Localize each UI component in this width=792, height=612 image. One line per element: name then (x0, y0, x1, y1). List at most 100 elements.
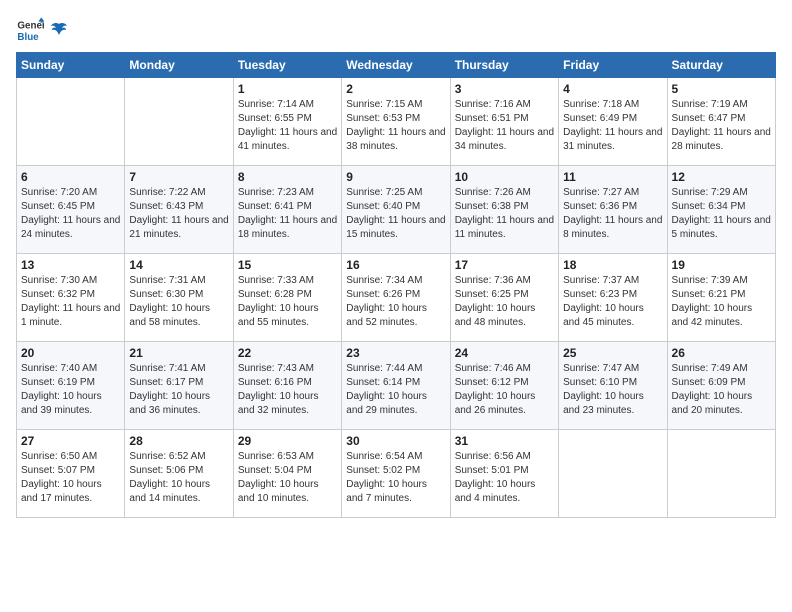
calendar-cell (125, 78, 233, 166)
calendar-cell: 9Sunrise: 7:25 AM Sunset: 6:40 PM Daylig… (342, 166, 450, 254)
calendar-cell: 28 Sunrise: 6:52 AM Sunset: 5:06 PM Dayli… (125, 430, 233, 518)
calendar-cell (17, 78, 125, 166)
calendar-cell: 27 Sunrise: 6:50 AM Sunset: 5:07 PM Dayli… (17, 430, 125, 518)
calendar-week-row: 1Sunrise: 7:14 AM Sunset: 6:55 PM Daylig… (17, 78, 776, 166)
day-info: Sunrise: 7:49 AM Sunset: 6:09 PM Dayligh… (672, 362, 771, 418)
day-info: Sunrise: 7:34 AM Sunset: 6:26 PM Dayligh… (346, 274, 445, 330)
day-info: Sunrise: 7:39 AM Sunset: 6:21 PM Dayligh… (672, 274, 771, 330)
day-info: Sunrise: 7:26 AM Sunset: 6:38 PM Dayligh… (455, 186, 554, 242)
day-info: Sunrise: 6:56 AM Sunset: 5:01 PM Dayligh… (455, 450, 554, 506)
day-number: 19 (672, 258, 771, 272)
calendar-cell: 17Sunrise: 7:36 AM Sunset: 6:25 PM Dayli… (450, 254, 558, 342)
day-number: 27 (21, 434, 120, 448)
day-number: 4 (563, 82, 662, 96)
calendar-cell: 8 Sunrise: 7:23 AM Sunset: 6:41 PM Daylig… (233, 166, 341, 254)
calendar-cell: 26 Sunrise: 7:49 AM Sunset: 6:09 PM Dayli… (667, 342, 775, 430)
day-number: 30 (346, 434, 445, 448)
calendar-cell: 30 Sunrise: 6:54 AM Sunset: 5:02 PM Dayli… (342, 430, 450, 518)
calendar-cell: 2 Sunrise: 7:15 AM Sunset: 6:53 PM Daylig… (342, 78, 450, 166)
calendar-cell: 11Sunrise: 7:27 AM Sunset: 6:36 PM Dayli… (559, 166, 667, 254)
calendar-cell: 29 Sunrise: 6:53 AM Sunset: 5:04 PM Dayli… (233, 430, 341, 518)
day-info: Sunrise: 6:50 AM Sunset: 5:07 PM Dayligh… (21, 450, 120, 506)
day-info: Sunrise: 6:52 AM Sunset: 5:06 PM Dayligh… (129, 450, 228, 506)
weekday-header: Sunday (17, 53, 125, 78)
day-info: Sunrise: 7:47 AM Sunset: 6:10 PM Dayligh… (563, 362, 662, 418)
day-number: 3 (455, 82, 554, 96)
day-number: 18 (563, 258, 662, 272)
day-number: 5 (672, 82, 771, 96)
day-number: 31 (455, 434, 554, 448)
calendar-cell: 3 Sunrise: 7:16 AM Sunset: 6:51 PM Daylig… (450, 78, 558, 166)
calendar-cell (667, 430, 775, 518)
day-info: Sunrise: 7:20 AM Sunset: 6:45 PM Dayligh… (21, 186, 120, 242)
calendar-cell: 31 Sunrise: 6:56 AM Sunset: 5:01 PM Dayli… (450, 430, 558, 518)
weekday-header: Thursday (450, 53, 558, 78)
calendar-table: SundayMondayTuesdayWednesdayThursdayFrid… (16, 52, 776, 518)
day-info: Sunrise: 7:43 AM Sunset: 6:16 PM Dayligh… (238, 362, 337, 418)
day-info: Sunrise: 7:29 AM Sunset: 6:34 PM Dayligh… (672, 186, 771, 242)
day-number: 7 (129, 170, 228, 184)
day-number: 29 (238, 434, 337, 448)
calendar-cell (559, 430, 667, 518)
day-info: Sunrise: 7:46 AM Sunset: 6:12 PM Dayligh… (455, 362, 554, 418)
calendar-cell: 22 Sunrise: 7:43 AM Sunset: 6:16 PM Dayli… (233, 342, 341, 430)
day-info: Sunrise: 7:30 AM Sunset: 6:32 PM Dayligh… (21, 274, 120, 330)
day-number: 23 (346, 346, 445, 360)
page-header: General Blue (16, 16, 776, 44)
calendar-cell: 5 Sunrise: 7:19 AM Sunset: 6:47 PM Daylig… (667, 78, 775, 166)
day-number: 6 (21, 170, 120, 184)
calendar-cell: 4 Sunrise: 7:18 AM Sunset: 6:49 PM Daylig… (559, 78, 667, 166)
svg-text:Blue: Blue (17, 32, 39, 43)
day-info: Sunrise: 6:54 AM Sunset: 5:02 PM Dayligh… (346, 450, 445, 506)
logo-icon: General Blue (16, 16, 44, 44)
day-info: Sunrise: 7:44 AM Sunset: 6:14 PM Dayligh… (346, 362, 445, 418)
calendar-header-row: SundayMondayTuesdayWednesdayThursdayFrid… (17, 53, 776, 78)
calendar-week-row: 6 Sunrise: 7:20 AM Sunset: 6:45 PM Daylig… (17, 166, 776, 254)
day-number: 17 (455, 258, 554, 272)
calendar-week-row: 20Sunrise: 7:40 AM Sunset: 6:19 PM Dayli… (17, 342, 776, 430)
calendar-week-row: 27 Sunrise: 6:50 AM Sunset: 5:07 PM Dayli… (17, 430, 776, 518)
day-number: 16 (346, 258, 445, 272)
day-info: Sunrise: 7:23 AM Sunset: 6:41 PM Dayligh… (238, 186, 337, 242)
calendar-cell: 20Sunrise: 7:40 AM Sunset: 6:19 PM Dayli… (17, 342, 125, 430)
day-number: 2 (346, 82, 445, 96)
day-info: Sunrise: 7:15 AM Sunset: 6:53 PM Dayligh… (346, 98, 445, 154)
day-number: 20 (21, 346, 120, 360)
day-info: Sunrise: 7:27 AM Sunset: 6:36 PM Dayligh… (563, 186, 662, 242)
day-number: 24 (455, 346, 554, 360)
day-info: Sunrise: 7:33 AM Sunset: 6:28 PM Dayligh… (238, 274, 337, 330)
calendar-cell: 25 Sunrise: 7:47 AM Sunset: 6:10 PM Dayli… (559, 342, 667, 430)
day-number: 22 (238, 346, 337, 360)
logo-bird-icon (50, 21, 68, 39)
weekday-header: Wednesday (342, 53, 450, 78)
day-number: 10 (455, 170, 554, 184)
day-number: 1 (238, 82, 337, 96)
day-number: 25 (563, 346, 662, 360)
day-info: Sunrise: 6:53 AM Sunset: 5:04 PM Dayligh… (238, 450, 337, 506)
day-number: 8 (238, 170, 337, 184)
calendar-cell: 21Sunrise: 7:41 AM Sunset: 6:17 PM Dayli… (125, 342, 233, 430)
calendar-cell: 23 Sunrise: 7:44 AM Sunset: 6:14 PM Dayli… (342, 342, 450, 430)
day-number: 13 (21, 258, 120, 272)
day-info: Sunrise: 7:16 AM Sunset: 6:51 PM Dayligh… (455, 98, 554, 154)
day-info: Sunrise: 7:22 AM Sunset: 6:43 PM Dayligh… (129, 186, 228, 242)
day-number: 26 (672, 346, 771, 360)
weekday-header: Friday (559, 53, 667, 78)
calendar-cell: 18 Sunrise: 7:37 AM Sunset: 6:23 PM Dayli… (559, 254, 667, 342)
day-info: Sunrise: 7:31 AM Sunset: 6:30 PM Dayligh… (129, 274, 228, 330)
calendar-cell: 16 Sunrise: 7:34 AM Sunset: 6:26 PM Dayli… (342, 254, 450, 342)
calendar-cell: 6 Sunrise: 7:20 AM Sunset: 6:45 PM Daylig… (17, 166, 125, 254)
day-info: Sunrise: 7:19 AM Sunset: 6:47 PM Dayligh… (672, 98, 771, 154)
calendar-cell: 1Sunrise: 7:14 AM Sunset: 6:55 PM Daylig… (233, 78, 341, 166)
weekday-header: Tuesday (233, 53, 341, 78)
calendar-cell: 10 Sunrise: 7:26 AM Sunset: 6:38 PM Dayli… (450, 166, 558, 254)
day-info: Sunrise: 7:18 AM Sunset: 6:49 PM Dayligh… (563, 98, 662, 154)
weekday-header: Saturday (667, 53, 775, 78)
weekday-header: Monday (125, 53, 233, 78)
day-info: Sunrise: 7:25 AM Sunset: 6:40 PM Dayligh… (346, 186, 445, 242)
day-info: Sunrise: 7:37 AM Sunset: 6:23 PM Dayligh… (563, 274, 662, 330)
day-number: 28 (129, 434, 228, 448)
day-number: 12 (672, 170, 771, 184)
calendar-cell: 15 Sunrise: 7:33 AM Sunset: 6:28 PM Dayli… (233, 254, 341, 342)
day-number: 15 (238, 258, 337, 272)
